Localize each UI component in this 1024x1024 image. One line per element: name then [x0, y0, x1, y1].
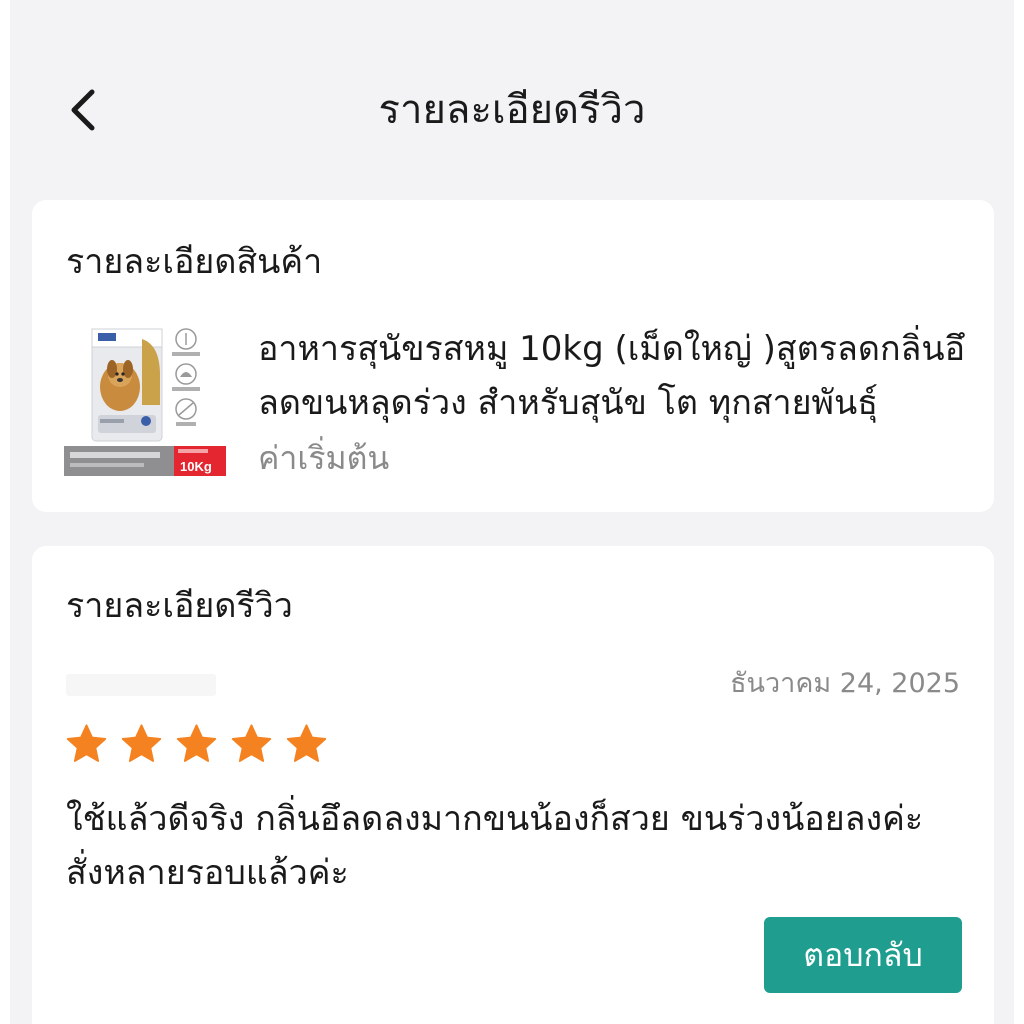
star-icon [231, 724, 272, 762]
product-name[interactable]: อาหารสุนัขรสหมู 10kg (เม็ดใหญ่ )สูตรลดกล… [258, 322, 968, 430]
review-text: ใช้แล้วดีจริง กลิ่นอึลดลงมากขนน้องก็สวย … [66, 799, 924, 893]
review-details-card: รายละเอียดรีวิว ธันวาคม 24, 2025 ใช้แล้ว… [32, 546, 994, 1024]
product-details-card: รายละเอียดสินค้า 10Kg อาหารสุนัขรสหมู 10… [32, 200, 994, 512]
page-title: รายละเอียดรีวิว [378, 87, 646, 133]
weight-badge-text: 10Kg [180, 459, 212, 474]
star-rating [64, 722, 329, 770]
review-detail-screen: รายละเอียดรีวิว รายละเอียดสินค้า 10Kg อา… [10, 0, 1014, 1024]
star-icon [286, 724, 327, 762]
review-date: ธันวาคม 24, 2025 [730, 668, 960, 699]
star-icon [121, 724, 162, 762]
star-icon [176, 724, 217, 762]
reply-button[interactable]: ตอบกลับ [764, 917, 962, 993]
product-section-title: รายละเอียดสินค้า [66, 242, 323, 282]
product-image: 10Kg [64, 325, 226, 480]
reviewer-name-placeholder [66, 666, 266, 702]
top-bar: รายละเอียดรีวิว [10, 60, 1014, 160]
product-price-label: ค่าเริ่มต้น [258, 439, 390, 477]
product-thumbnail[interactable]: 10Kg [64, 325, 226, 480]
review-section-title: รายละเอียดรีวิว [66, 586, 293, 626]
star-icon [66, 724, 107, 762]
